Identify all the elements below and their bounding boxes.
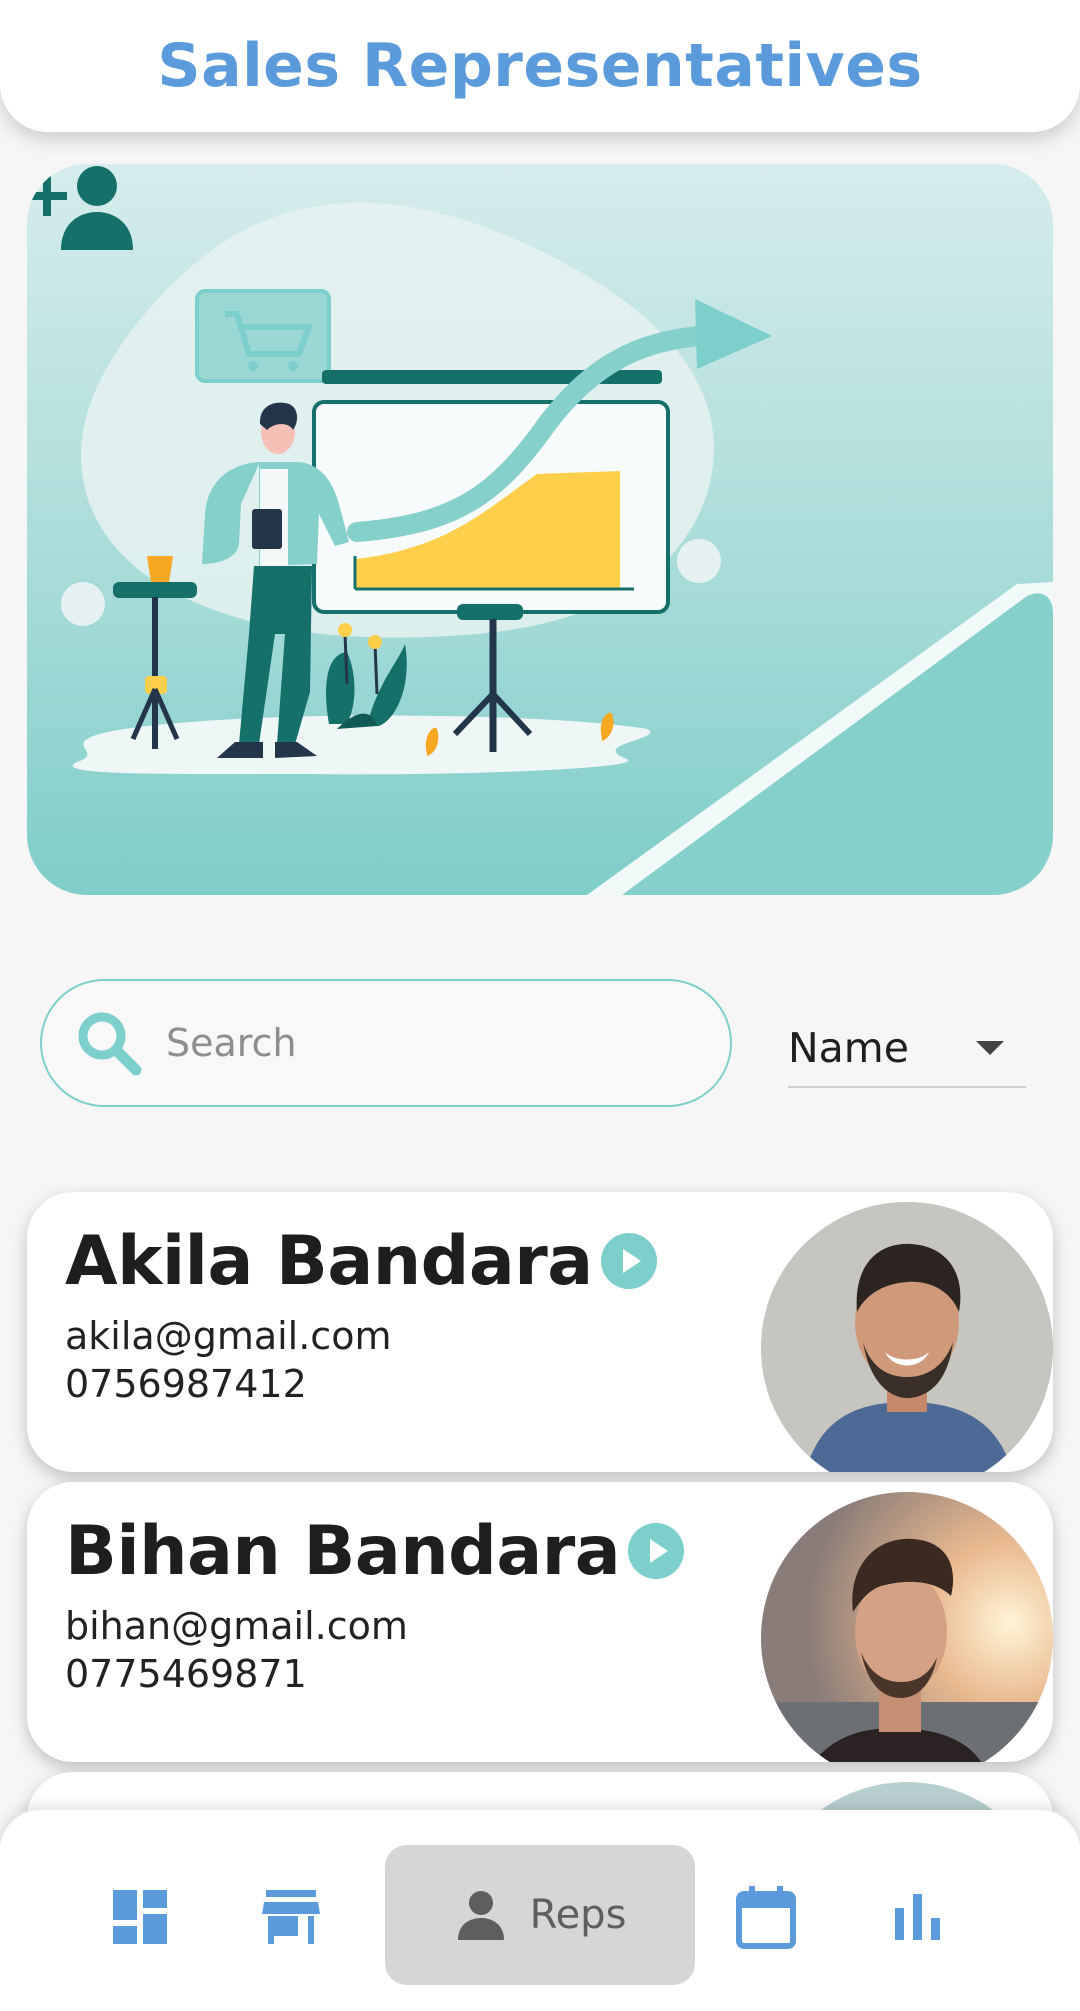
search-bar[interactable] bbox=[40, 979, 732, 1107]
play-circle-icon[interactable] bbox=[628, 1523, 685, 1580]
list-item[interactable] bbox=[27, 1772, 1053, 1811]
list-item[interactable]: Bihan Bandara bihan@gmail.com 0775469871 bbox=[27, 1482, 1053, 1762]
rep-phone: 0756987412 bbox=[65, 1362, 307, 1406]
bar-chart-icon[interactable] bbox=[883, 1882, 953, 1952]
store-icon[interactable] bbox=[256, 1882, 326, 1952]
sort-selected-value: Name bbox=[788, 1024, 909, 1072]
hero-illustration bbox=[27, 164, 1053, 895]
avatar bbox=[761, 1782, 1053, 1811]
chevron-down-icon bbox=[976, 1041, 1004, 1055]
avatar bbox=[761, 1492, 1053, 1762]
rep-name: Akila Bandara bbox=[65, 1222, 657, 1301]
nav-item-label: Reps bbox=[529, 1892, 627, 1938]
rep-email: akila@gmail.com bbox=[65, 1314, 392, 1358]
page-title: Sales Representatives bbox=[157, 31, 923, 101]
search-icon bbox=[78, 1012, 142, 1076]
rep-name-text: Bihan Bandara bbox=[65, 1512, 621, 1591]
person-icon bbox=[457, 1891, 504, 1940]
rep-email: bihan@gmail.com bbox=[65, 1604, 408, 1648]
rep-name-text: Akila Bandara bbox=[65, 1222, 593, 1301]
avatar bbox=[761, 1202, 1053, 1472]
rep-list[interactable]: Akila Bandara akila@gmail.com 0756987412… bbox=[0, 1165, 1080, 1811]
play-circle-icon[interactable] bbox=[600, 1233, 657, 1290]
app-bar: Sales Representatives bbox=[0, 0, 1080, 132]
rep-name: Bihan Bandara bbox=[65, 1512, 685, 1591]
calendar-icon[interactable] bbox=[731, 1882, 801, 1952]
search-input[interactable] bbox=[166, 1021, 686, 1065]
dashboard-icon[interactable] bbox=[105, 1882, 175, 1952]
rep-phone: 0775469871 bbox=[65, 1652, 307, 1696]
add-user-icon[interactable] bbox=[27, 164, 137, 250]
nav-item-reps[interactable]: Reps bbox=[385, 1845, 695, 1985]
list-item[interactable]: Akila Bandara akila@gmail.com 0756987412 bbox=[27, 1192, 1053, 1472]
presentation-illustration bbox=[61, 202, 1053, 895]
bottom-navigation: Reps bbox=[0, 1810, 1080, 2011]
sort-dropdown[interactable]: Name bbox=[788, 1010, 1026, 1088]
